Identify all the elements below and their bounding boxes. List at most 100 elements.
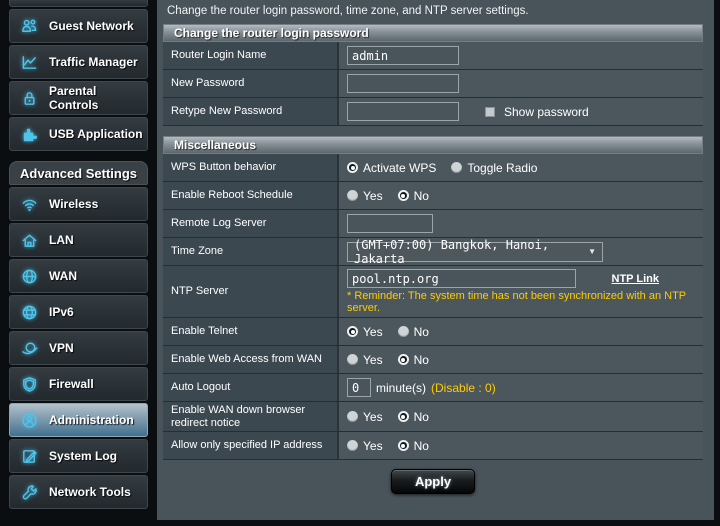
sidebar-item-label: IPv6: [49, 305, 74, 319]
row-label: Enable Web Access from WAN: [163, 346, 339, 373]
wan-down-no-radio[interactable]: [397, 411, 409, 423]
guest-network-icon: [18, 16, 40, 36]
ipv6-icon: [18, 302, 40, 322]
ntp-reminder-text: * Reminder: The system time has not been…: [347, 290, 686, 314]
retype-password-input[interactable]: [347, 102, 459, 121]
row-label: Retype New Password: [163, 98, 339, 125]
row-label: Enable Telnet: [163, 318, 339, 345]
telnet-no-radio[interactable]: [397, 326, 409, 337]
advanced-settings-header: Advanced Settings: [9, 161, 148, 185]
usb-application-icon: [18, 124, 40, 144]
sidebar-item-vpn[interactable]: VPN: [9, 331, 148, 365]
sidebar-item-traffic-manager[interactable]: Traffic Manager: [9, 45, 148, 79]
time-zone-value: (GMT+07:00) Bangkok, Hanoi, Jakarta: [354, 237, 550, 266]
reboot-no-radio[interactable]: [397, 190, 409, 201]
table-row: Router Login Name: [163, 42, 703, 70]
table-row: Auto Logout minute(s) (Disable : 0): [163, 374, 703, 402]
chevron-down-icon: ▼: [588, 247, 596, 256]
sidebar-item-usb-application[interactable]: USB Application: [9, 117, 148, 151]
password-section-title: Change the router login password: [174, 26, 369, 40]
new-password-input[interactable]: [347, 74, 459, 93]
sidebar-item-label: WAN: [49, 269, 77, 283]
wan-down-yes-radio[interactable]: [347, 411, 358, 423]
firewall-icon: [18, 374, 40, 394]
row-label: NTP Server: [163, 266, 339, 317]
row-label: Router Login Name: [163, 42, 339, 69]
web-access-no-label: No: [413, 352, 429, 367]
web-access-no-radio[interactable]: [397, 354, 409, 365]
show-password-label: Show password: [504, 104, 589, 119]
reboot-yes-label: Yes: [363, 188, 383, 203]
table-row: NTP Server NTP Link * Reminder: The syst…: [163, 266, 703, 318]
password-section-header: Change the router login password: [163, 24, 703, 42]
wps-activate-label: Activate WPS: [363, 160, 437, 175]
sidebar-item-label: System Log: [49, 449, 118, 463]
sidebar-item-label: LAN: [49, 233, 74, 247]
show-password-checkbox[interactable]: [485, 106, 495, 117]
allow-ip-no-radio[interactable]: [397, 440, 409, 452]
row-label: Enable WAN down browser redirect notice: [163, 402, 339, 432]
web-access-yes-radio[interactable]: [347, 354, 358, 365]
wps-toggle-label: Toggle Radio: [467, 160, 538, 175]
table-row: Enable WAN down browser redirect notice …: [163, 402, 703, 433]
router-login-name-input[interactable]: [347, 46, 459, 65]
row-label: Allow only specified IP address: [163, 432, 339, 460]
telnet-no-label: No: [413, 324, 429, 339]
sidebar-item-guest-network[interactable]: Guest Network: [9, 9, 148, 43]
time-zone-select[interactable]: (GMT+07:00) Bangkok, Hanoi, Jakarta ▼: [347, 238, 603, 266]
table-row: Enable Web Access from WAN Yes No: [163, 346, 703, 374]
allow-ip-no-label: No: [413, 438, 429, 453]
reboot-no-label: No: [413, 188, 429, 203]
table-row: Time Zone (GMT+07:00) Bangkok, Hanoi, Ja…: [163, 238, 703, 266]
sidebar-item-label: Firewall: [49, 377, 94, 391]
wan-down-yes-label: Yes: [363, 409, 383, 424]
sidebar-item-partial[interactable]: [9, 0, 148, 7]
wps-toggle-radio[interactable]: [451, 162, 463, 173]
telnet-yes-label: Yes: [363, 324, 383, 339]
sidebar-item-label: Administration: [49, 413, 134, 427]
auto-logout-hint: (Disable : 0): [431, 380, 496, 395]
wan-icon: [18, 266, 40, 286]
table-row: Enable Reboot Schedule Yes No: [163, 182, 703, 210]
ntp-server-input[interactable]: [347, 269, 576, 288]
ntp-link[interactable]: NTP Link: [612, 273, 659, 285]
sidebar-item-label: USB Application: [49, 127, 143, 141]
administration-icon: [18, 410, 40, 430]
row-label: New Password: [163, 70, 339, 97]
sidebar-item-wan[interactable]: WAN: [9, 259, 148, 293]
telnet-yes-radio[interactable]: [347, 326, 358, 337]
sidebar-item-firewall[interactable]: Firewall: [9, 367, 148, 401]
advanced-settings-title: Advanced Settings: [19, 165, 138, 181]
row-label: Auto Logout: [163, 374, 339, 401]
administration-system-page: Change the router login password, time z…: [157, 0, 714, 520]
sidebar-item-parental-controls[interactable]: Parental Controls: [9, 81, 148, 115]
remote-log-server-input[interactable]: [347, 214, 433, 233]
sidebar-item-label: VPN: [49, 341, 74, 355]
sidebar-item-label: Wireless: [49, 197, 99, 211]
sidebar-item-system-log[interactable]: System Log: [9, 439, 148, 473]
parental-controls-icon: [18, 88, 40, 108]
sidebar-item-ipv6[interactable]: IPv6: [9, 295, 148, 329]
table-row: New Password: [163, 70, 703, 98]
misc-section-title: Miscellaneous: [174, 138, 257, 152]
apply-button[interactable]: Apply: [391, 469, 475, 495]
wps-activate-radio[interactable]: [347, 162, 358, 173]
allow-ip-yes-radio[interactable]: [347, 440, 358, 452]
table-row: Allow only specified IP address Yes No: [163, 432, 703, 461]
sidebar-item-network-tools[interactable]: Network Tools: [9, 475, 148, 509]
sidebar: Guest Network Traffic Manager Parental C…: [9, 0, 148, 511]
table-row: Remote Log Server: [163, 210, 703, 238]
network-tools-icon: [18, 482, 40, 502]
sidebar-item-administration[interactable]: Administration: [9, 403, 148, 437]
misc-section-header: Miscellaneous: [163, 136, 703, 154]
reboot-yes-radio[interactable]: [347, 190, 358, 201]
system-log-icon: [18, 446, 40, 466]
traffic-manager-icon: [18, 52, 40, 72]
sidebar-item-wireless[interactable]: Wireless: [9, 187, 148, 221]
table-row: WPS Button behavior Activate WPS Toggle …: [163, 154, 703, 182]
auto-logout-input[interactable]: [347, 378, 371, 397]
sidebar-item-lan[interactable]: LAN: [9, 223, 148, 257]
sidebar-item-label: Network Tools: [49, 485, 131, 499]
table-row: Enable Telnet Yes No: [163, 318, 703, 346]
sidebar-item-label: Traffic Manager: [49, 55, 138, 69]
